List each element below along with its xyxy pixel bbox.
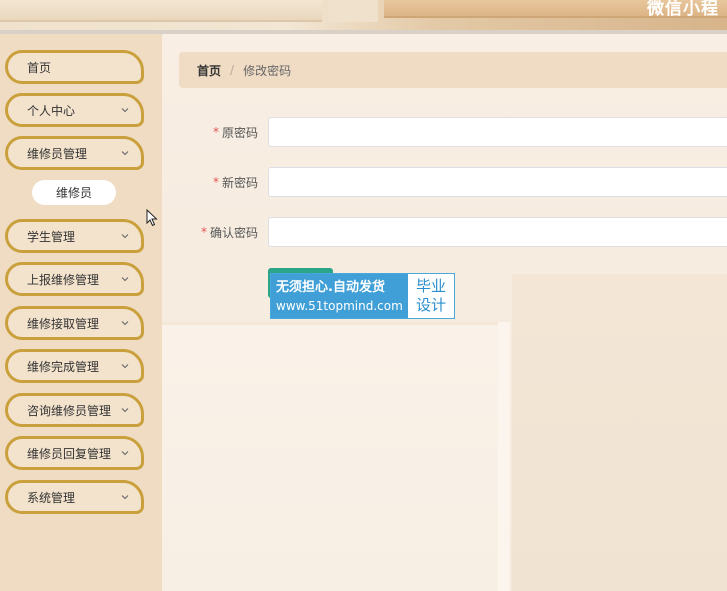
watermark-banner: 无须担心.自动发货 www.51topmind.com 毕业 设计 bbox=[270, 273, 455, 319]
banner-panel bbox=[328, 0, 378, 22]
sidebar-item-label: 个人中心 bbox=[27, 103, 76, 118]
old-password-label-text: 原密码 bbox=[221, 125, 258, 140]
submenu-item-repairman[interactable]: 维修员 bbox=[32, 180, 116, 205]
sidebar-item-repairman-management[interactable]: 维修员管理 bbox=[5, 136, 144, 170]
watermark-right: 毕业 设计 bbox=[408, 274, 454, 318]
sidebar-item-system-management[interactable]: 系统管理 bbox=[5, 480, 144, 514]
sidebar-item-repair-accept-management[interactable]: 维修接取管理 bbox=[5, 306, 144, 340]
sidebar-item-label: 维修完成管理 bbox=[27, 359, 100, 374]
chevron-down-icon bbox=[120, 231, 130, 241]
sidebar-item-label: 系统管理 bbox=[27, 490, 76, 505]
sidebar: 首页 个人中心 维修员管理 维修员 学生管理 上报维修管理 维修接取管理 维修完… bbox=[0, 34, 162, 591]
mouse-cursor-icon bbox=[146, 208, 158, 227]
required-mark: * bbox=[212, 175, 219, 189]
sidebar-item-label: 上报维修管理 bbox=[27, 272, 100, 287]
sidebar-item-home[interactable]: 首页 bbox=[5, 50, 144, 84]
breadcrumb-current: 修改密码 bbox=[243, 63, 292, 78]
sidebar-item-label: 维修接取管理 bbox=[27, 316, 100, 331]
confirm-password-label: * 确认密码 bbox=[201, 217, 258, 247]
banner-panel bbox=[0, 0, 322, 22]
sidebar-item-repair-report-management[interactable]: 上报维修管理 bbox=[5, 262, 144, 296]
new-password-label-text: 新密码 bbox=[221, 175, 258, 190]
sidebar-item-label: 咨询维修员管理 bbox=[27, 403, 112, 418]
chevron-down-icon bbox=[120, 274, 130, 284]
background-decoration bbox=[162, 322, 502, 591]
new-password-row: * 新密码 bbox=[162, 167, 727, 197]
breadcrumb-home[interactable]: 首页 bbox=[197, 62, 221, 79]
breadcrumb-separator: / bbox=[230, 63, 235, 77]
old-password-input[interactable] bbox=[268, 117, 727, 147]
watermark-left: 无须担心.自动发货 www.51topmind.com bbox=[271, 274, 408, 318]
sidebar-item-consult-repairman-management[interactable]: 咨询维修员管理 bbox=[5, 393, 144, 427]
sidebar-item-label: 维修员回复管理 bbox=[27, 446, 112, 461]
sidebar-item-student-management[interactable]: 学生管理 bbox=[5, 219, 144, 253]
watermark-url: www.51topmind.com bbox=[276, 298, 403, 313]
sidebar-item-personal-center[interactable]: 个人中心 bbox=[5, 93, 144, 127]
confirm-password-label-text: 确认密码 bbox=[209, 225, 258, 240]
sidebar-item-label: 维修员管理 bbox=[27, 146, 88, 161]
chevron-down-icon bbox=[120, 448, 130, 458]
site-title: 微信小程 bbox=[647, 0, 719, 19]
new-password-input[interactable] bbox=[268, 167, 727, 197]
chevron-down-icon bbox=[120, 405, 130, 415]
confirm-password-row: * 确认密码 bbox=[162, 217, 727, 247]
watermark-tag-line2: 设计 bbox=[415, 296, 446, 314]
confirm-password-input[interactable] bbox=[268, 217, 727, 247]
top-banner: 微信小程 bbox=[0, 0, 727, 34]
chevron-down-icon bbox=[120, 318, 130, 328]
old-password-row: * 原密码 bbox=[162, 117, 727, 147]
background-decoration bbox=[498, 322, 510, 591]
watermark-tag-line1: 毕业 bbox=[415, 277, 446, 295]
breadcrumb: 首页 / 修改密码 bbox=[179, 52, 727, 88]
sidebar-item-repairman-reply-management[interactable]: 维修员回复管理 bbox=[5, 436, 144, 470]
sidebar-item-label: 学生管理 bbox=[27, 229, 76, 244]
required-mark: * bbox=[212, 125, 219, 139]
sidebar-item-repair-complete-management[interactable]: 维修完成管理 bbox=[5, 349, 144, 383]
sidebar-item-label: 首页 bbox=[27, 60, 52, 75]
chevron-down-icon bbox=[120, 361, 130, 371]
chevron-down-icon bbox=[120, 492, 130, 502]
background-decoration bbox=[512, 274, 727, 591]
watermark-slogan: 无须担心.自动发货 bbox=[276, 279, 385, 295]
old-password-label: * 原密码 bbox=[213, 117, 258, 147]
new-password-label: * 新密码 bbox=[213, 167, 258, 197]
chevron-down-icon bbox=[120, 148, 130, 158]
chevron-down-icon bbox=[120, 105, 130, 115]
required-mark: * bbox=[200, 225, 207, 239]
